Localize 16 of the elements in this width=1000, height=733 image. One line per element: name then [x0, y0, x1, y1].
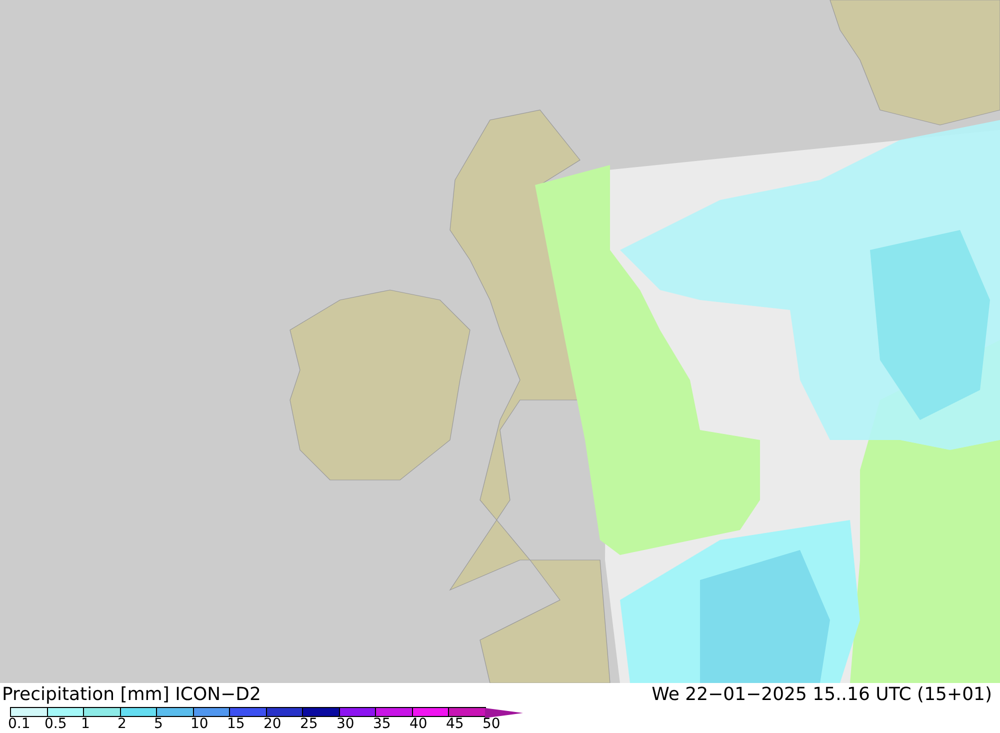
timestamp: We 22−01−2025 15..16 UTC (15+01)	[652, 686, 993, 704]
scale-label: 35	[373, 717, 391, 731]
legend-title: Precipitation [mm] ICON−D2	[2, 686, 261, 704]
scale-label: 50	[482, 717, 500, 731]
scale-label: 45	[446, 717, 464, 731]
scale-label: 30	[336, 717, 354, 731]
scale-label: 40	[410, 717, 428, 731]
scale-label: 10	[190, 717, 208, 731]
scale-label: 20	[264, 717, 282, 731]
scale-label: 15	[227, 717, 245, 731]
scale-label: 25	[300, 717, 318, 731]
scale-label: 5	[154, 717, 163, 731]
scale-label: 1	[81, 717, 90, 731]
scale-label: 0.1	[8, 717, 30, 731]
scale-label: 0.5	[44, 717, 67, 731]
scale-label: 2	[118, 717, 126, 731]
